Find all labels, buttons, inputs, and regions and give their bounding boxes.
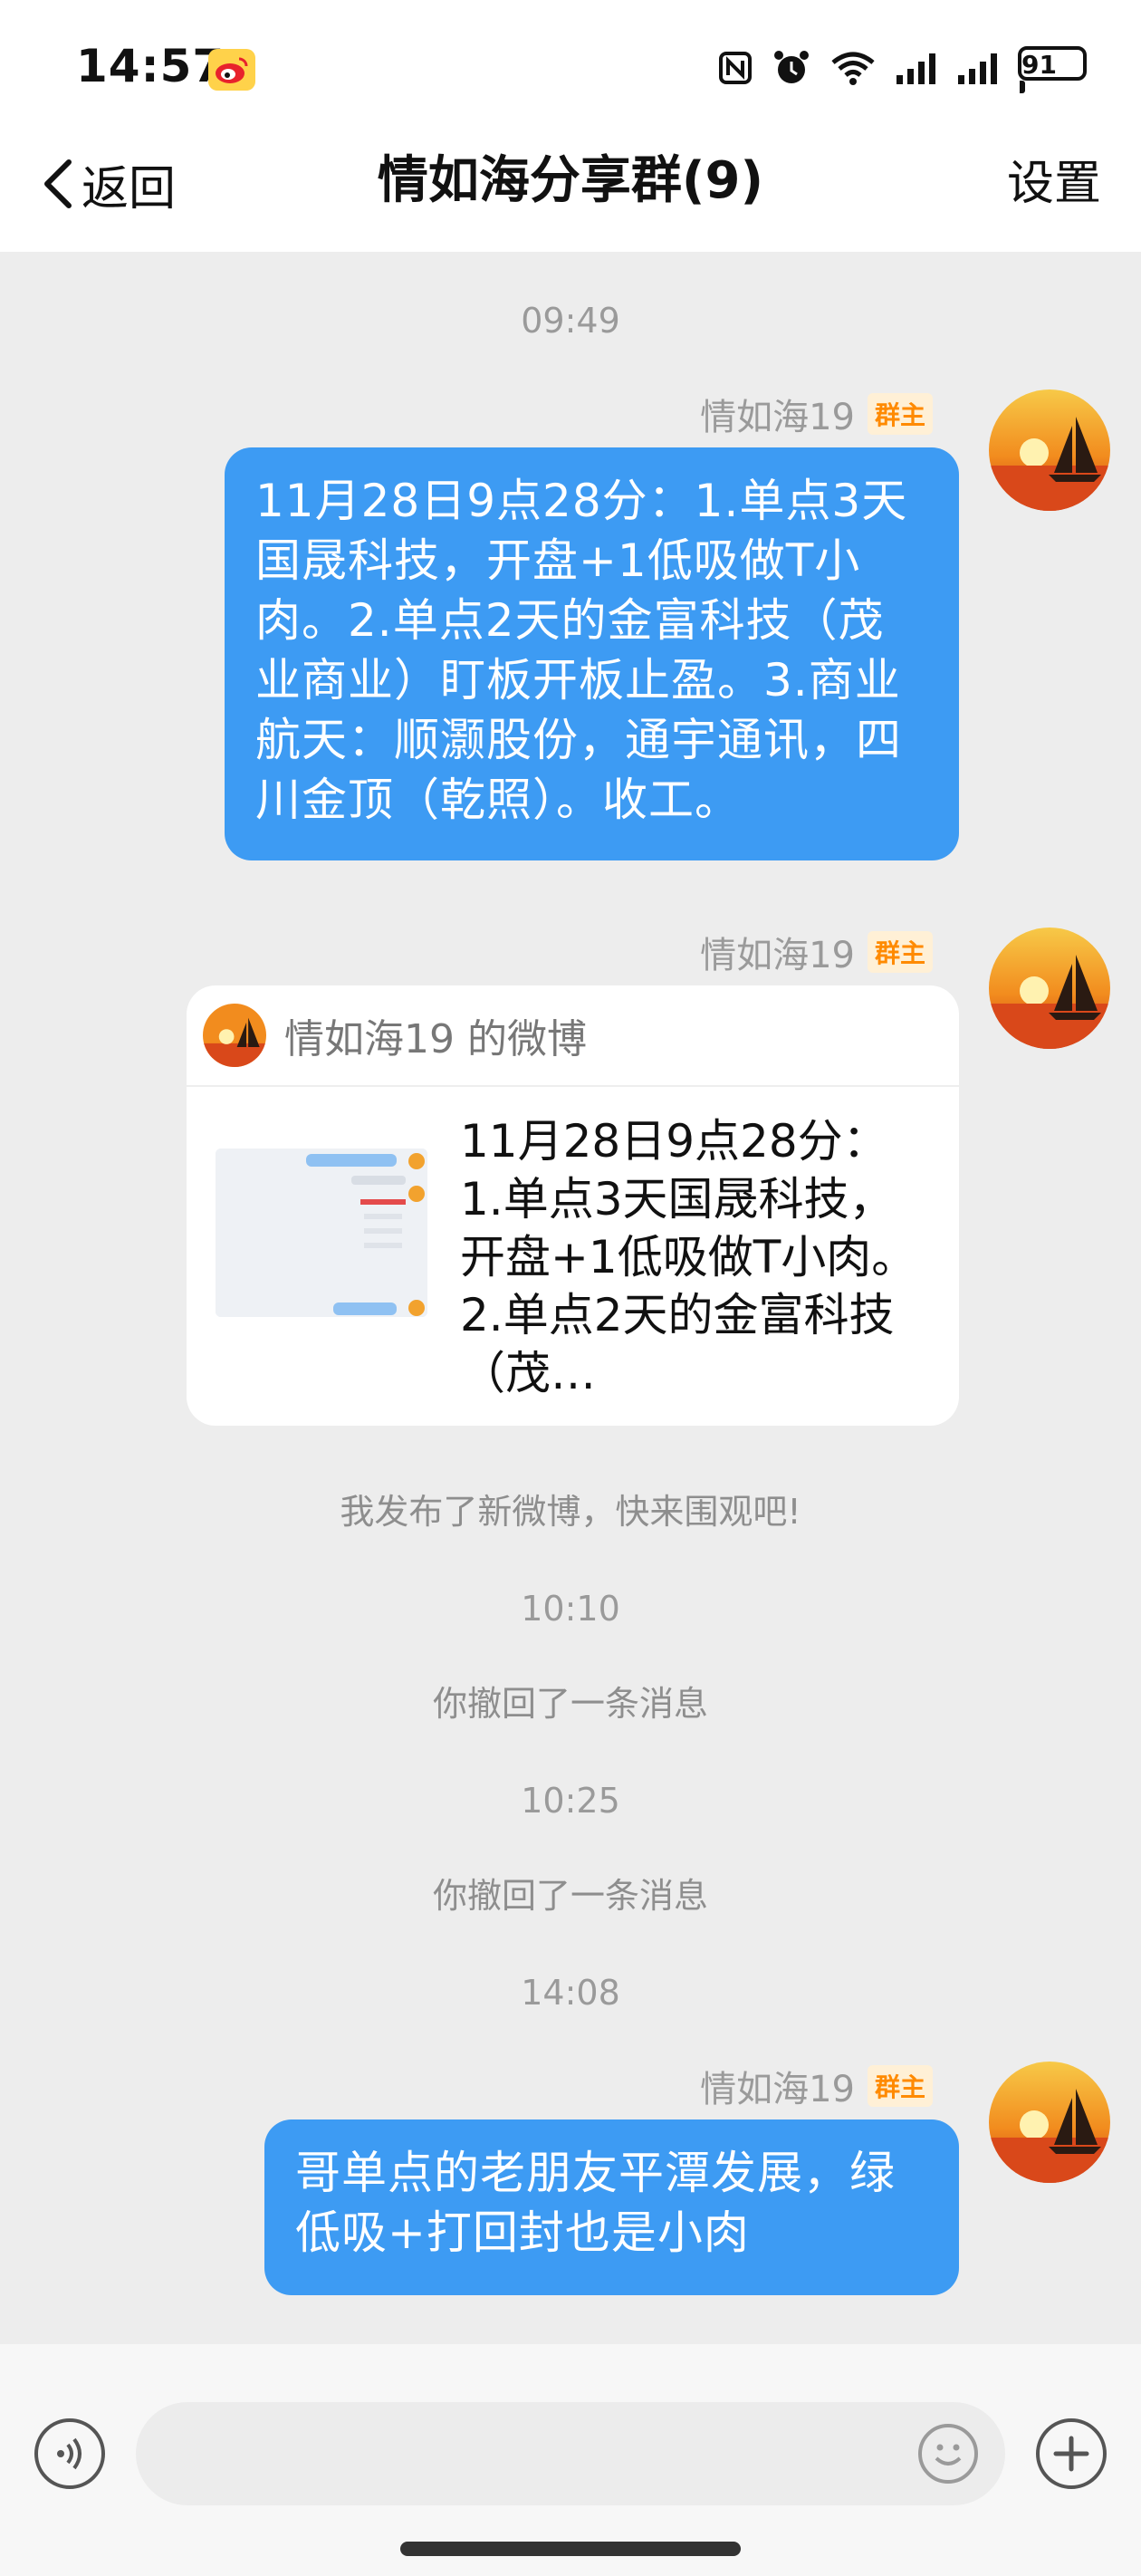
sender-name: 情如海19 <box>700 397 855 438</box>
emoji-button[interactable] <box>918 2424 978 2484</box>
battery-icon: 91 <box>1018 46 1087 93</box>
wifi-icon <box>829 50 877 90</box>
timestamp: 10:25 <box>521 1781 620 1821</box>
card-preview-text: 11月28日9点28分：1.单点3天国晟科技，开盘+1低吸做T小肉。2.单点2天… <box>460 1115 917 1399</box>
message-input[interactable] <box>136 2402 1005 2505</box>
settings-button[interactable]: 设置 <box>1007 154 1101 214</box>
card-avatar <box>203 1004 266 1067</box>
battery-level: 91 <box>1018 46 1087 81</box>
voice-button[interactable] <box>34 2418 105 2489</box>
status-time: 14:57 <box>76 40 225 92</box>
sender-info: 情如海19 群主 <box>700 2060 933 2112</box>
card-thumbnail <box>216 1149 427 1317</box>
voice-icon <box>57 2437 82 2470</box>
card-title: 情如海19 的微博 <box>284 1016 587 1062</box>
sender-name: 情如海19 <box>700 935 855 976</box>
card-header: 情如海19 的微博 <box>187 985 959 1087</box>
message-bubble[interactable]: 11月28日9点28分：1.单点3天国晟科技，开盘+1低吸做T小肉。2.单点2天… <box>225 447 959 860</box>
message-bubble[interactable]: 哥单点的老朋友平潭发展，绿低吸+打回封也是小肉 <box>264 2119 959 2295</box>
system-notice: 我发布了新微博，快来围观吧! <box>340 1492 801 1532</box>
alarm-icon <box>772 48 811 91</box>
weibo-notification-icon <box>208 49 255 91</box>
sender-info: 情如海19 群主 <box>700 388 933 440</box>
plus-icon <box>1053 2436 1089 2472</box>
weibo-share-card[interactable]: 情如海19 的微博 11月28日9点28分：1.单点3天国晟科技，开盘+1低吸做… <box>187 985 959 1426</box>
signal-icon <box>956 52 1000 88</box>
smiley-icon <box>935 2444 962 2465</box>
timestamp: 10:10 <box>521 1589 620 1629</box>
page-title: 情如海分享群(9) <box>377 151 764 210</box>
avatar[interactable] <box>989 928 1110 1049</box>
chat-area[interactable]: 09:49 情如海19 群主 11月28日9点28分：1.单点3天国晟科技，开盘… <box>0 252 1141 2344</box>
sender-info: 情如海19 群主 <box>700 926 933 978</box>
nfc-icon <box>717 50 753 90</box>
owner-badge: 群主 <box>867 393 933 435</box>
sender-name: 情如海19 <box>700 2069 855 2110</box>
avatar[interactable] <box>989 389 1110 511</box>
more-button[interactable] <box>1036 2418 1107 2489</box>
system-notice: 你撤回了一条消息 <box>432 1876 708 1916</box>
avatar[interactable] <box>989 2062 1110 2183</box>
status-icons: 91 <box>717 46 1087 93</box>
owner-badge: 群主 <box>867 2065 933 2107</box>
owner-badge: 群主 <box>867 931 933 973</box>
timestamp: 14:08 <box>521 1973 620 2013</box>
timestamp: 09:49 <box>521 301 620 341</box>
system-notice: 你撤回了一条消息 <box>432 1684 708 1724</box>
signal-icon <box>895 52 938 88</box>
home-indicator[interactable] <box>400 2542 741 2556</box>
header: 14:57 91 返回 情如海分享群(9) 设置 <box>0 0 1141 252</box>
